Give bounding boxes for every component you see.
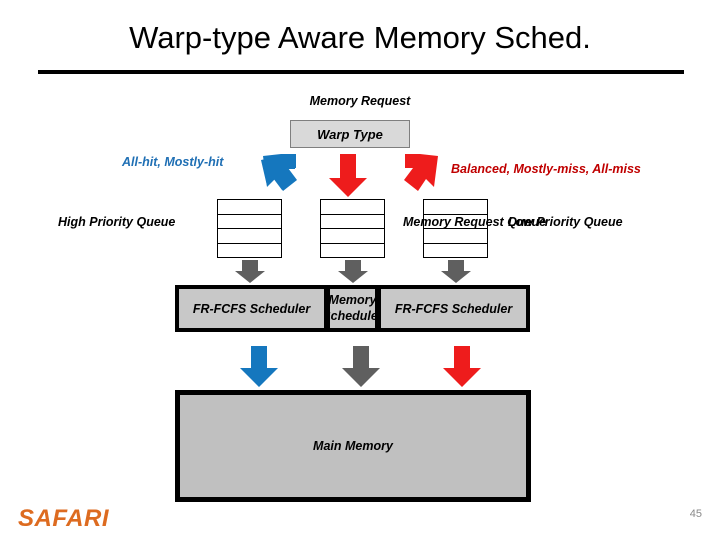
- queue-slot: [218, 215, 281, 229]
- scheduler-label-line1: Memory: [328, 292, 377, 307]
- safari-logo: SAFARI: [18, 505, 110, 532]
- queue-slot: [321, 244, 384, 258]
- blue-arrow-to-memory-icon: [240, 346, 278, 387]
- high-priority-queue-box: [217, 199, 282, 258]
- queue-slot: [321, 215, 384, 229]
- queue-slot: [424, 200, 487, 215]
- memory-request-label: Memory Request: [309, 94, 411, 108]
- main-memory-box: Main Memory: [175, 390, 531, 502]
- page-title: Warp-type Aware Memory Sched.: [129, 20, 591, 55]
- branch-label-all-hit: All-hit, Mostly-hit: [122, 155, 224, 169]
- scheduler-label-line2: Scheduler: [330, 308, 378, 323]
- queue-slot: [321, 200, 384, 215]
- queue-slot: [218, 200, 281, 215]
- queue-label-low-priority: Low Priority Queue: [508, 215, 623, 229]
- memory-request-queue-box: [320, 199, 385, 258]
- red-center-arrow-icon: [329, 154, 367, 197]
- gray-arrow-to-memory-icon: [342, 346, 380, 387]
- memory-scheduler-box: MemoryScheduler: [326, 285, 379, 332]
- queue-slot: [218, 244, 281, 258]
- scheduler-label: FR-FCFS Scheduler: [192, 301, 311, 316]
- slide-canvas: Warp-type Aware Memory Sched. Memory Req…: [0, 0, 720, 540]
- blue-branch-arrow-icon: [261, 154, 297, 191]
- fr-fcfs-scheduler-right-box: FR-FCFS Scheduler: [377, 285, 530, 332]
- title-divider: [38, 70, 684, 74]
- queue-slot: [424, 244, 487, 258]
- queue-slot: [218, 229, 281, 244]
- queue-label-high-priority: High Priority Queue: [58, 215, 176, 229]
- scheduler-label: MemoryScheduler: [328, 292, 378, 324]
- gray-arrow-queue-to-scheduler-icon: [338, 260, 368, 283]
- warp-type-box: Warp Type: [290, 120, 410, 148]
- branch-label-all-miss: Balanced, Mostly-miss, All-miss: [451, 162, 641, 176]
- red-arrow-to-memory-icon: [443, 346, 481, 387]
- scheduler-label: FR-FCFS Scheduler: [394, 301, 513, 316]
- queue-slot: [321, 229, 384, 244]
- fr-fcfs-scheduler-left-box: FR-FCFS Scheduler: [175, 285, 328, 332]
- red-branch-arrow-icon: [404, 154, 438, 191]
- page-number: 45: [689, 508, 702, 520]
- gray-arrow-queue-to-scheduler-icon: [235, 260, 265, 283]
- queue-slot: [424, 229, 487, 244]
- gray-arrow-queue-to-scheduler-icon: [441, 260, 471, 283]
